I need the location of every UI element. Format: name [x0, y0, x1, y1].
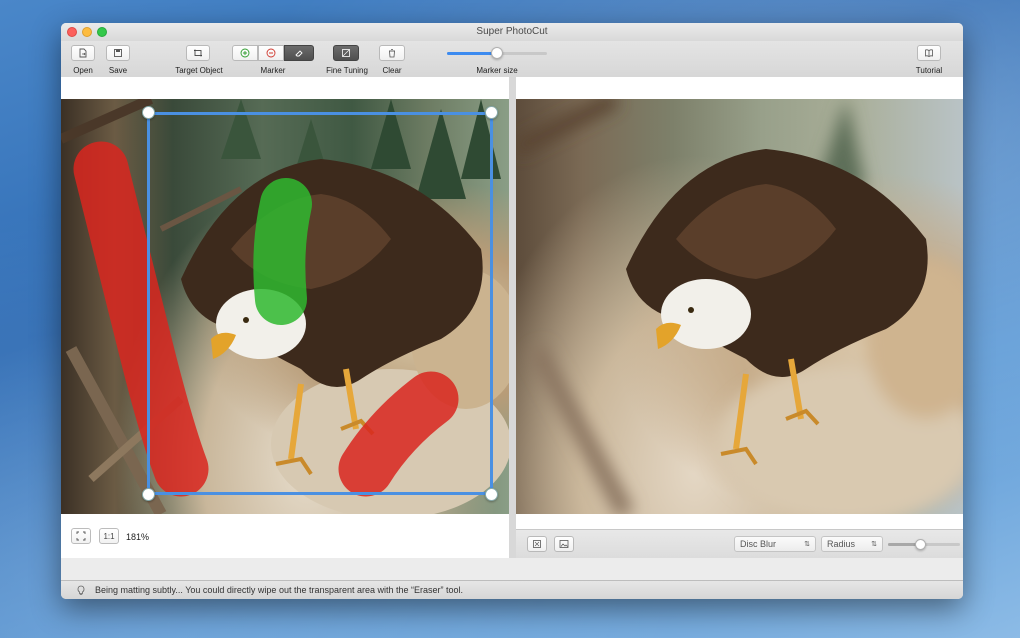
tutorial-button[interactable] — [917, 45, 941, 61]
clear-button[interactable] — [379, 45, 405, 61]
frame-handle-top-left[interactable] — [142, 106, 155, 119]
tutorial-label: Tutorial — [915, 66, 943, 75]
open-file-icon — [79, 48, 87, 58]
blur-type-select[interactable]: Disc Blur ⇅ — [734, 536, 816, 552]
book-icon — [925, 49, 933, 57]
title-bar: Super PhotoCut — [61, 23, 963, 41]
fit-to-window-button[interactable] — [71, 528, 91, 544]
save-button[interactable] — [106, 45, 130, 61]
blurred-background-photo — [516, 99, 963, 514]
marker-size-slider-knob[interactable] — [491, 47, 503, 59]
fit-screen-icon — [76, 531, 86, 541]
editing-panel-footer: 1:1 181% — [61, 514, 509, 558]
background-image-button[interactable] — [554, 536, 574, 552]
target-object-button[interactable] — [186, 45, 210, 61]
editing-panel: 1:1 181% — [61, 77, 509, 558]
radius-label: Radius — [827, 539, 856, 549]
eraser-button[interactable] — [284, 45, 314, 61]
zoom-window-button[interactable] — [97, 27, 107, 37]
trash-icon — [389, 49, 395, 58]
marker-label: Marker — [260, 66, 286, 75]
target-object-label: Target Object — [175, 66, 223, 75]
frame-handle-bottom-left[interactable] — [142, 488, 155, 501]
zoom-level: 181% — [126, 532, 150, 542]
actual-size-button[interactable]: 1:1 — [99, 528, 119, 544]
marker-foreground-button[interactable] — [232, 45, 258, 61]
preview-panel — [516, 77, 963, 558]
clear-label: Clear — [382, 66, 402, 75]
marker-size-label: Marker size — [476, 66, 518, 75]
panel-divider[interactable] — [509, 77, 516, 558]
minus-circle-icon — [266, 48, 276, 58]
preview-image — [516, 99, 963, 514]
fine-tuning-button[interactable] — [333, 45, 359, 61]
image-icon — [559, 540, 569, 548]
fine-tuning-icon — [342, 49, 350, 57]
marker-size-slider[interactable] — [447, 47, 547, 59]
radius-select[interactable]: Radius ⇅ — [821, 536, 883, 552]
source-image-canvas[interactable] — [61, 99, 509, 514]
app-window: Super PhotoCut Open Save Target Object M… — [61, 23, 963, 599]
minimize-window-button[interactable] — [82, 27, 92, 37]
marker-size-slider-fill — [447, 52, 497, 55]
lightbulb-icon — [77, 585, 85, 595]
open-label: Open — [73, 66, 93, 75]
frame-handle-top-right[interactable] — [485, 106, 498, 119]
radius-slider[interactable] — [888, 539, 960, 550]
close-window-button[interactable] — [67, 27, 77, 37]
updown-arrows-icon: ⇅ — [871, 541, 877, 548]
updown-arrows-icon: ⇅ — [804, 541, 810, 548]
fine-tuning-label: Fine Tuning — [326, 66, 368, 75]
open-button[interactable] — [71, 45, 95, 61]
eraser-icon — [295, 50, 303, 57]
save-icon — [114, 49, 122, 57]
fit-screen-icon — [533, 540, 541, 548]
plus-circle-icon — [240, 48, 250, 58]
preview-fit-button[interactable] — [527, 536, 547, 552]
crop-frame-icon — [194, 49, 202, 57]
window-title: Super PhotoCut — [476, 26, 548, 37]
marker-background-button[interactable] — [258, 45, 284, 61]
blur-type-value: Disc Blur — [740, 539, 777, 549]
target-object-frame[interactable] — [147, 112, 493, 495]
radius-slider-knob[interactable] — [914, 539, 926, 550]
status-message: Being matting subtly... You could direct… — [95, 585, 464, 595]
frame-handle-bottom-right[interactable] — [485, 488, 498, 501]
preview-footer: Disc Blur ⇅ Radius ⇅ — [516, 529, 963, 558]
status-bar: Being matting subtly... You could direct… — [61, 580, 963, 599]
save-label: Save — [108, 66, 128, 75]
